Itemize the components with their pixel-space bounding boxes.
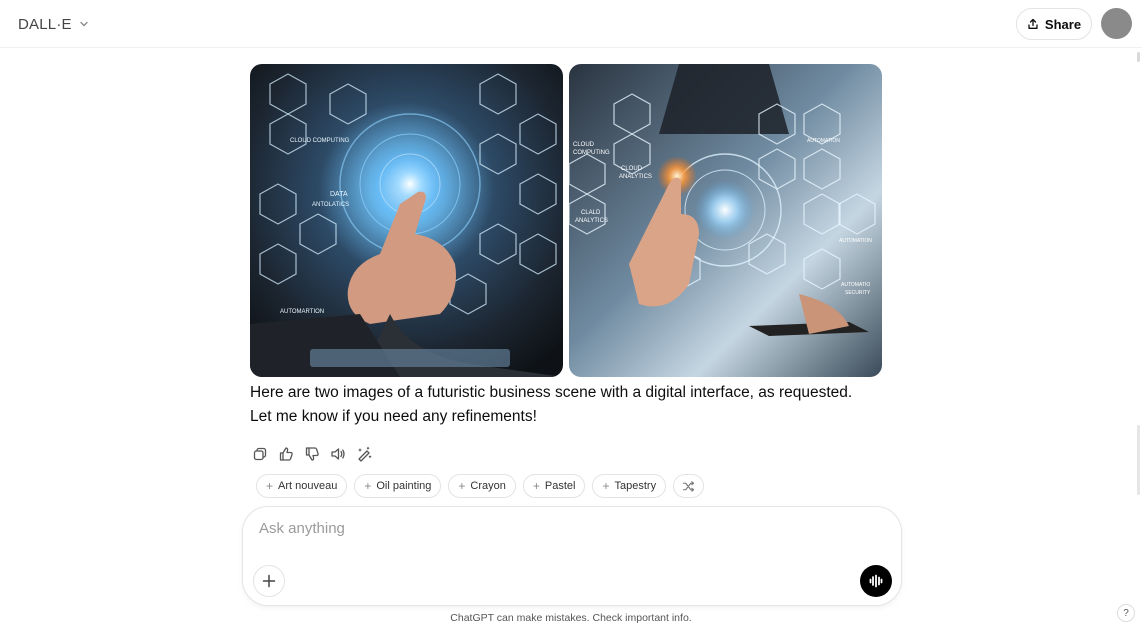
magic-wand-icon — [358, 446, 372, 462]
scrollbar-indicator[interactable] — [1137, 52, 1140, 62]
futuristic-business-image: CLOUD COMPUTING DATA ANTOLATICS AUTOMART… — [250, 64, 563, 377]
futuristic-business-image: CLOUD COMPUTING CLOUD ANALYTICS CLALD AN… — [569, 64, 882, 377]
message-composer — [242, 506, 902, 606]
svg-text:SECURITY: SECURITY — [845, 290, 871, 296]
edit-image-button[interactable] — [354, 443, 374, 465]
plus-icon: + — [602, 479, 610, 493]
prompt-input[interactable] — [257, 517, 877, 539]
svg-text:AUTOMATION: AUTOMATION — [807, 138, 840, 144]
voice-mode-button[interactable] — [860, 565, 892, 597]
svg-text:COMPUTING: COMPUTING — [573, 150, 610, 156]
svg-text:ANALYTICS: ANALYTICS — [619, 174, 652, 180]
chip-label: Oil painting — [376, 480, 432, 492]
generated-image-2[interactable]: CLOUD COMPUTING CLOUD ANALYTICS CLALD AN… — [569, 64, 882, 377]
share-icon — [1028, 18, 1038, 29]
svg-text:ANALYTICS: ANALYTICS — [575, 218, 608, 224]
assistant-message: Here are two images of a futuristic busi… — [250, 384, 853, 425]
style-chip-art-nouveau[interactable]: + Art nouveau — [256, 474, 348, 498]
shuffle-styles-button[interactable] — [673, 474, 705, 498]
thumbs-down-button[interactable] — [302, 443, 322, 465]
copy-button[interactable] — [250, 443, 270, 465]
thumbs-up-button[interactable] — [276, 443, 296, 465]
svg-text:CLOUD COMPUTING: CLOUD COMPUTING — [290, 138, 350, 144]
chip-label: Crayon — [470, 480, 506, 492]
style-suggestions: + Art nouveau + Oil painting + Crayon + … — [256, 474, 705, 498]
share-label: Share — [1044, 16, 1082, 32]
help-button[interactable]: ? — [1117, 604, 1135, 622]
model-switcher[interactable]: DALL·E — [10, 10, 98, 38]
style-chip-pastel[interactable]: + Pastel — [522, 474, 586, 498]
top-bar: DALL·E Share — [0, 0, 1142, 48]
avatar[interactable] — [1101, 8, 1132, 39]
message-actions — [250, 443, 374, 465]
scrollbar-thumb[interactable] — [1137, 425, 1140, 495]
generated-image-1[interactable]: CLOUD COMPUTING DATA ANTOLATICS AUTOMART… — [250, 64, 563, 377]
plus-icon: + — [458, 479, 466, 493]
shuffle-icon — [682, 480, 695, 492]
svg-text:AUTOMATION: AUTOMATION — [839, 238, 872, 244]
thumbs-down-icon — [305, 447, 319, 461]
style-chip-crayon[interactable]: + Crayon — [448, 474, 516, 498]
share-button[interactable]: Share — [1016, 8, 1092, 40]
svg-text:DATA: DATA — [330, 191, 348, 198]
style-chip-tapestry[interactable]: + Tapestry — [592, 474, 667, 498]
plus-icon: + — [266, 479, 274, 493]
attach-button[interactable] — [253, 565, 285, 597]
chevron-down-icon — [80, 21, 88, 27]
read-aloud-button[interactable] — [328, 443, 348, 465]
voice-waveform-icon — [869, 574, 883, 588]
plus-icon — [262, 574, 276, 588]
svg-text:AUTOMATIO: AUTOMATIO — [841, 282, 870, 288]
chip-label: Art nouveau — [278, 480, 338, 492]
copy-icon — [253, 447, 267, 461]
svg-text:CLOUD: CLOUD — [573, 142, 595, 148]
chip-label: Tapestry — [614, 480, 657, 492]
style-chip-oil-painting[interactable]: + Oil painting — [354, 474, 442, 498]
chip-label: Pastel — [544, 480, 576, 492]
svg-text:AUTOMARTION: AUTOMARTION — [280, 309, 324, 315]
plus-icon: + — [364, 479, 372, 493]
model-name: DALL·E — [18, 15, 72, 33]
svg-text:ANTOLATICS: ANTOLATICS — [312, 202, 349, 208]
svg-text:CLOUD: CLOUD — [621, 166, 643, 172]
svg-text:CLALD: CLALD — [581, 210, 601, 216]
thumbs-up-icon — [279, 447, 293, 461]
disclaimer-text: ChatGPT can make mistakes. Check importa… — [450, 612, 692, 624]
speaker-icon — [331, 448, 345, 460]
plus-icon: + — [532, 479, 540, 493]
